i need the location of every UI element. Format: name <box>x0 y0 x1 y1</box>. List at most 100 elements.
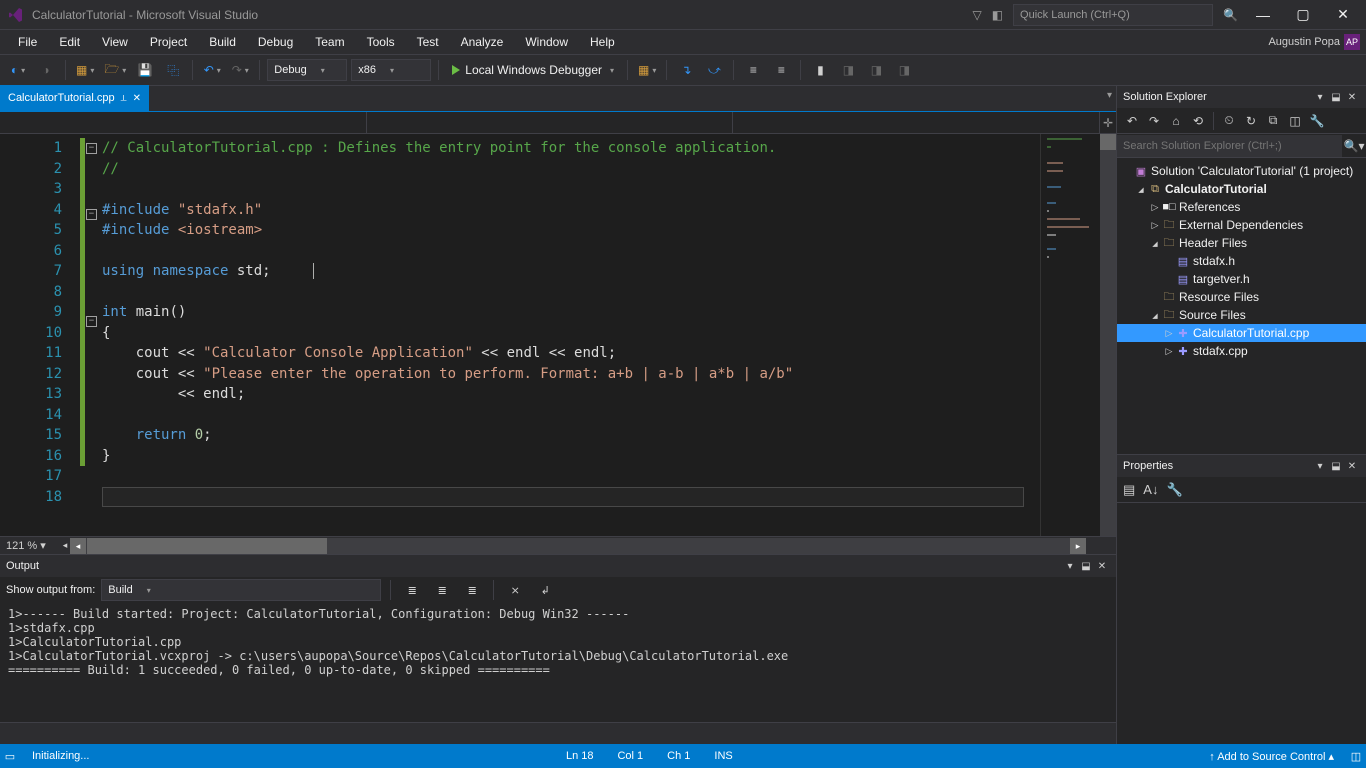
output-text[interactable]: 1>------ Build started: Project: Calcula… <box>0 603 1116 722</box>
wrench-icon[interactable]: 🔧 <box>1166 482 1182 498</box>
find-icon[interactable]: ≣ <box>400 578 424 602</box>
sync-icon[interactable]: ⟲ <box>1189 114 1207 128</box>
pin-icon[interactable]: ⬓ <box>1078 561 1094 572</box>
panel-close-icon[interactable]: ✕ <box>1344 92 1360 103</box>
source-control-button[interactable]: ↑ Add to Source Control ▴ <box>1197 750 1346 763</box>
undo-button[interactable]: ↶ <box>200 58 224 82</box>
props-pin-icon[interactable]: ⬓ <box>1328 461 1344 472</box>
categorized-icon[interactable]: ▤ <box>1123 482 1135 498</box>
save-all-button[interactable]: ⿻ <box>161 58 185 82</box>
user-name[interactable]: Augustin PopaAP <box>1262 31 1366 53</box>
tree-item[interactable]: ■□References <box>1117 198 1366 216</box>
horizontal-scrollbar[interactable]: ◂▸ <box>70 538 1086 554</box>
prev-icon[interactable]: ≣ <box>430 578 454 602</box>
menu-test[interactable]: Test <box>407 32 449 52</box>
notifications-icon[interactable]: ▽ <box>972 8 981 22</box>
menu-file[interactable]: File <box>8 32 47 52</box>
fold-toggle[interactable]: − <box>86 209 97 220</box>
show-all-icon[interactable]: ◫ <box>1286 114 1304 128</box>
vertical-scrollbar[interactable] <box>1100 134 1116 536</box>
menu-window[interactable]: Window <box>515 32 578 52</box>
menu-debug[interactable]: Debug <box>248 32 303 52</box>
nav-member-combo[interactable] <box>733 112 1100 133</box>
collapse-icon[interactable]: ⧉ <box>1264 113 1282 128</box>
back-icon[interactable]: ↶ <box>1123 114 1141 128</box>
tree-item[interactable]: ✚stdafx.cpp <box>1117 342 1366 360</box>
tree-item[interactable]: 🗀Source Files <box>1117 306 1366 324</box>
menu-view[interactable]: View <box>92 32 138 52</box>
props-position-icon[interactable]: ▾ <box>1312 461 1328 472</box>
next-icon[interactable]: ≣ <box>460 578 484 602</box>
tree-item[interactable]: ▤stdafx.h <box>1117 252 1366 270</box>
tab-dropdown-icon[interactable]: ▾ <box>1107 90 1112 101</box>
new-project-button[interactable]: ▦ <box>73 58 97 82</box>
open-button[interactable]: 🗁 <box>101 58 129 82</box>
nav-type-combo[interactable] <box>367 112 734 133</box>
maximize-button[interactable]: ▢ <box>1288 6 1318 23</box>
code-editor[interactable]: 123456789101112131415161718 −−− // Calcu… <box>0 134 1116 536</box>
tasks-icon[interactable]: ▭ <box>0 750 20 763</box>
close-panel-icon[interactable]: ✕ <box>1094 561 1110 572</box>
menu-analyze[interactable]: Analyze <box>451 32 514 52</box>
window-position-icon[interactable]: ▾ <box>1062 561 1078 572</box>
alphabetical-icon[interactable]: A↓ <box>1143 482 1158 497</box>
split-icon[interactable]: ✛ <box>1100 112 1116 133</box>
output-from-combo[interactable]: Build <box>101 579 381 601</box>
save-button[interactable]: 💾 <box>133 58 157 82</box>
comment-button[interactable]: ▮ <box>808 58 832 82</box>
refresh-icon[interactable]: ↻ <box>1242 114 1260 128</box>
panel-pin-icon[interactable]: ⬓ <box>1328 92 1344 103</box>
process-button[interactable]: ▦ <box>635 58 659 82</box>
nav-scope-combo[interactable] <box>0 112 367 133</box>
menu-team[interactable]: Team <box>305 32 354 52</box>
tree-item[interactable]: 🗀External Dependencies <box>1117 216 1366 234</box>
close-button[interactable]: ✕ <box>1328 6 1358 23</box>
indent-left-button[interactable]: ≡ <box>741 58 765 82</box>
minimize-button[interactable]: — <box>1248 7 1278 23</box>
solution-tree[interactable]: ▣Solution 'CalculatorTutorial' (1 projec… <box>1117 158 1366 454</box>
bookmark-button[interactable]: ◨ <box>836 58 860 82</box>
minimap[interactable] <box>1040 134 1100 536</box>
zoom-combo[interactable]: 121 % ▾ <box>0 539 60 552</box>
menu-project[interactable]: Project <box>140 32 197 52</box>
panel-position-icon[interactable]: ▾ <box>1312 92 1328 103</box>
props-close-icon[interactable]: ✕ <box>1344 461 1360 472</box>
step-over-button[interactable]: ⤻ <box>702 58 726 82</box>
feedback-icon[interactable]: ◧ <box>992 8 1003 22</box>
notifications-status-icon[interactable]: ◫ <box>1346 750 1366 763</box>
search-icon[interactable]: 🔍▾ <box>1342 139 1366 153</box>
menu-tools[interactable]: Tools <box>357 32 405 52</box>
pin-icon[interactable]: ⟂ <box>121 93 127 104</box>
menu-edit[interactable]: Edit <box>49 32 90 52</box>
step-into-button[interactable]: ↴ <box>674 58 698 82</box>
tree-item[interactable]: ⧉CalculatorTutorial <box>1117 180 1366 198</box>
solution-search-input[interactable] <box>1117 135 1342 157</box>
fold-toggle[interactable]: − <box>86 143 97 154</box>
search-icon[interactable]: 🔍 <box>1223 8 1238 22</box>
redo-button[interactable]: ↷ <box>228 58 252 82</box>
platform-combo[interactable]: x86 <box>351 59 431 81</box>
bookmark2-button[interactable]: ◨ <box>864 58 888 82</box>
bookmark3-button[interactable]: ◨ <box>892 58 916 82</box>
tree-item[interactable]: ✚CalculatorTutorial.cpp <box>1117 324 1366 342</box>
tree-item[interactable]: ▣Solution 'CalculatorTutorial' (1 projec… <box>1117 162 1366 180</box>
clear-icon[interactable]: ⨯ <box>503 578 527 602</box>
back-button[interactable]: ◐ <box>6 58 30 82</box>
home-icon[interactable]: ⌂ <box>1167 114 1185 128</box>
forward-button[interactable]: ◑ <box>34 58 58 82</box>
tree-item[interactable]: 🗀Resource Files <box>1117 288 1366 306</box>
quick-launch-input[interactable]: Quick Launch (Ctrl+Q) <box>1013 4 1213 26</box>
menu-build[interactable]: Build <box>199 32 246 52</box>
pending-icon[interactable]: ⏲ <box>1220 113 1238 128</box>
tree-item[interactable]: 🗀Header Files <box>1117 234 1366 252</box>
forward-icon[interactable]: ↷ <box>1145 114 1163 128</box>
configuration-combo[interactable]: Debug <box>267 59 347 81</box>
close-tab-icon[interactable]: ✕ <box>133 93 141 104</box>
wrap-icon[interactable]: ↲ <box>533 578 557 602</box>
tab-calculatortutorial[interactable]: CalculatorTutorial.cpp ⟂ ✕ <box>0 85 149 111</box>
start-debugger-button[interactable]: Local Windows Debugger ▾ <box>446 58 620 82</box>
properties-icon[interactable]: 🔧 <box>1308 114 1326 128</box>
indent-right-button[interactable]: ≡ <box>769 58 793 82</box>
menu-help[interactable]: Help <box>580 32 625 52</box>
tree-item[interactable]: ▤targetver.h <box>1117 270 1366 288</box>
